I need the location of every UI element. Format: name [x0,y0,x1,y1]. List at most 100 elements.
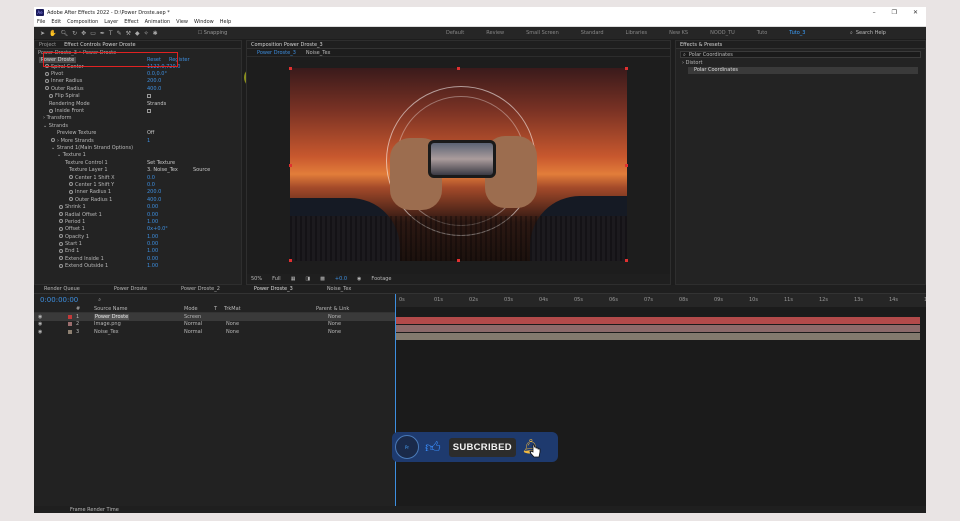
stopwatch-icon[interactable] [59,256,63,261]
effect-property-row[interactable]: Opacity 1 1.00 [35,233,241,240]
layer-trkmat[interactable]: None [226,329,239,335]
time-ruler[interactable]: 0s 01s 02s 03s 04s 05s 06s 07s 08s 09s 10s 11s 12s 13… [395,294,926,307]
exposure-value[interactable]: +0.0 [335,276,347,282]
effect-property-row[interactable]: End 1 1.00 [35,248,241,255]
zoom-tool-icon[interactable]: 🔍︎ [61,30,69,37]
tab-power-droste-2[interactable]: Power Droste_2 [181,286,220,292]
menu-layer[interactable]: Layer [104,19,118,25]
layer-bar-noise-tex[interactable] [395,333,920,340]
effect-property-row[interactable]: Texture Control 1 Set Texture [35,159,241,166]
stopwatch-icon[interactable] [59,204,63,209]
layer-parent[interactable]: None [328,314,341,320]
transform-handle[interactable] [457,67,460,70]
workspace-nood-tu[interactable]: NOOD_TU [710,30,735,36]
effect-property-row[interactable]: Period 1 1.00 [35,218,241,225]
effect-property-row[interactable]: › Transform [35,115,241,122]
workspace-default[interactable]: Default [446,30,464,36]
workspace-libraries[interactable]: Libraries [626,30,648,36]
effect-property-row[interactable]: Pivot 0.0,0.0° [35,70,241,77]
effect-property-value[interactable]: Off [147,130,154,136]
stopwatch-icon[interactable] [69,182,73,187]
layer-mode[interactable]: Normal [184,329,202,335]
layer-row[interactable]: ◉ 2 Image.png Normal None None [34,321,395,329]
texture-source-dropdown[interactable]: Source [193,167,210,173]
effect-property-value[interactable]: 400.0 [147,86,161,92]
stopwatch-icon[interactable] [49,108,53,113]
effect-property-row[interactable]: Shrink 1 0.00 [35,203,241,210]
effect-property-value[interactable]: 1.00 [147,248,158,254]
effect-property-value[interactable]: 0.0 [147,182,155,188]
stopwatch-icon[interactable] [59,212,63,216]
layer-mode[interactable]: Normal [184,321,202,327]
layer-parent[interactable]: None [328,321,341,327]
menu-composition[interactable]: Composition [67,19,98,25]
stopwatch-icon[interactable] [59,263,63,268]
transparency-grid-icon[interactable]: ▩ [320,276,325,282]
layer-row[interactable]: ◉ 1 Power Droste Screen None [34,313,395,321]
transform-handle[interactable] [625,259,628,262]
effect-property-value[interactable]: 0.00 [147,212,158,218]
tab-noise-tex[interactable]: Noise_Tex [327,286,352,292]
effect-property-value[interactable]: 0x+0.0° [147,226,168,232]
tab-composition[interactable]: Composition Power Droste_3 [251,42,323,48]
effect-property-row[interactable]: Preview Texture Off [35,130,241,137]
tab-project[interactable]: Project [39,42,56,48]
layer-num[interactable]: 3 [76,329,79,335]
stopwatch-icon[interactable] [59,241,63,246]
effect-property-row[interactable]: Rendering Mode Strands [35,100,241,107]
effect-property-row[interactable]: Center 1 Shift X 0.0 [35,174,241,181]
effect-property-value[interactable]: 0.0,0.0° [147,71,167,77]
mask-toggle-icon[interactable]: ◨ [305,276,310,282]
effect-property-row[interactable]: Inner Radius 200.0 [35,78,241,85]
menu-effect[interactable]: Effect [124,19,138,25]
brush-tool-icon[interactable]: ✎ [117,30,122,37]
workspace-tuto-3[interactable]: Tuto_3 [789,30,805,36]
effect-property-row[interactable]: Texture Layer 1 3. Noise_Tex Source [35,166,241,173]
menu-help[interactable]: Help [220,19,231,25]
effects-search-input[interactable]: ⌕ Polar Coordinates [680,51,921,58]
layer-color-swatch[interactable] [68,314,72,319]
comp-subtab-noise-tex[interactable]: Noise_Tex [306,50,331,56]
effect-property-value[interactable]: 0.00 [147,241,158,247]
menu-file[interactable]: File [37,19,45,25]
workspace-tuto[interactable]: Tuto [757,30,767,36]
layer-trkmat[interactable]: None [226,321,239,327]
timeline-search-icon[interactable]: ⌕ [98,297,101,303]
menu-window[interactable]: Window [194,19,214,25]
layer-color-swatch[interactable] [68,329,72,334]
layer-bar-power-droste[interactable] [395,317,920,324]
layer-name[interactable]: Noise_Tex [94,329,119,335]
grid-toggle-icon[interactable]: ▦ [291,276,296,282]
layer-num[interactable]: 1 [76,314,79,320]
effect-property-row[interactable]: Radial Offset 1 0.00 [35,211,241,218]
effect-property-value[interactable]: 200.0 [147,189,161,195]
effect-property-value[interactable]: Strands [147,101,166,107]
menu-animation[interactable]: Animation [145,19,171,25]
workspace-small-screen[interactable]: Small Screen [526,30,559,36]
transform-handle[interactable] [625,164,628,167]
snapshot-camera-icon[interactable]: ◉ [357,276,361,282]
transform-handle[interactable] [289,67,292,70]
effect-property-checkbox[interactable] [147,109,151,114]
menu-edit[interactable]: Edit [51,19,61,25]
comp-subtab-power-droste-3[interactable]: Power Droste_3 [257,50,296,56]
layer-name[interactable]: Image.png [94,321,121,327]
subscribed-label[interactable]: SUBCRIBED [448,437,516,457]
composition-viewer[interactable] [290,68,627,261]
effect-property-value[interactable]: 1.00 [147,234,158,240]
stopwatch-icon[interactable] [59,234,63,239]
playhead[interactable] [395,294,396,507]
effects-result-polar-coordinates[interactable]: Polar Coordinates [688,67,918,74]
effect-property-row[interactable]: Inner Radius 1 200.0 [35,189,241,196]
selection-tool-icon[interactable]: ➤ [40,30,45,37]
orbit-tool-icon[interactable]: ↻ [72,30,77,37]
current-timecode[interactable]: 0:00:00:00 [40,296,78,304]
visibility-eye-icon[interactable]: ◉ [38,329,42,335]
transform-handle[interactable] [289,259,292,262]
resolution-dropdown[interactable]: Full [272,276,281,282]
effect-property-row[interactable]: ⌄ Texture 1 [35,152,241,159]
transform-handle[interactable] [289,164,292,167]
stopwatch-icon[interactable] [59,248,63,253]
stopwatch-icon[interactable] [69,189,73,194]
effect-property-row[interactable]: Inside Front [35,107,241,114]
